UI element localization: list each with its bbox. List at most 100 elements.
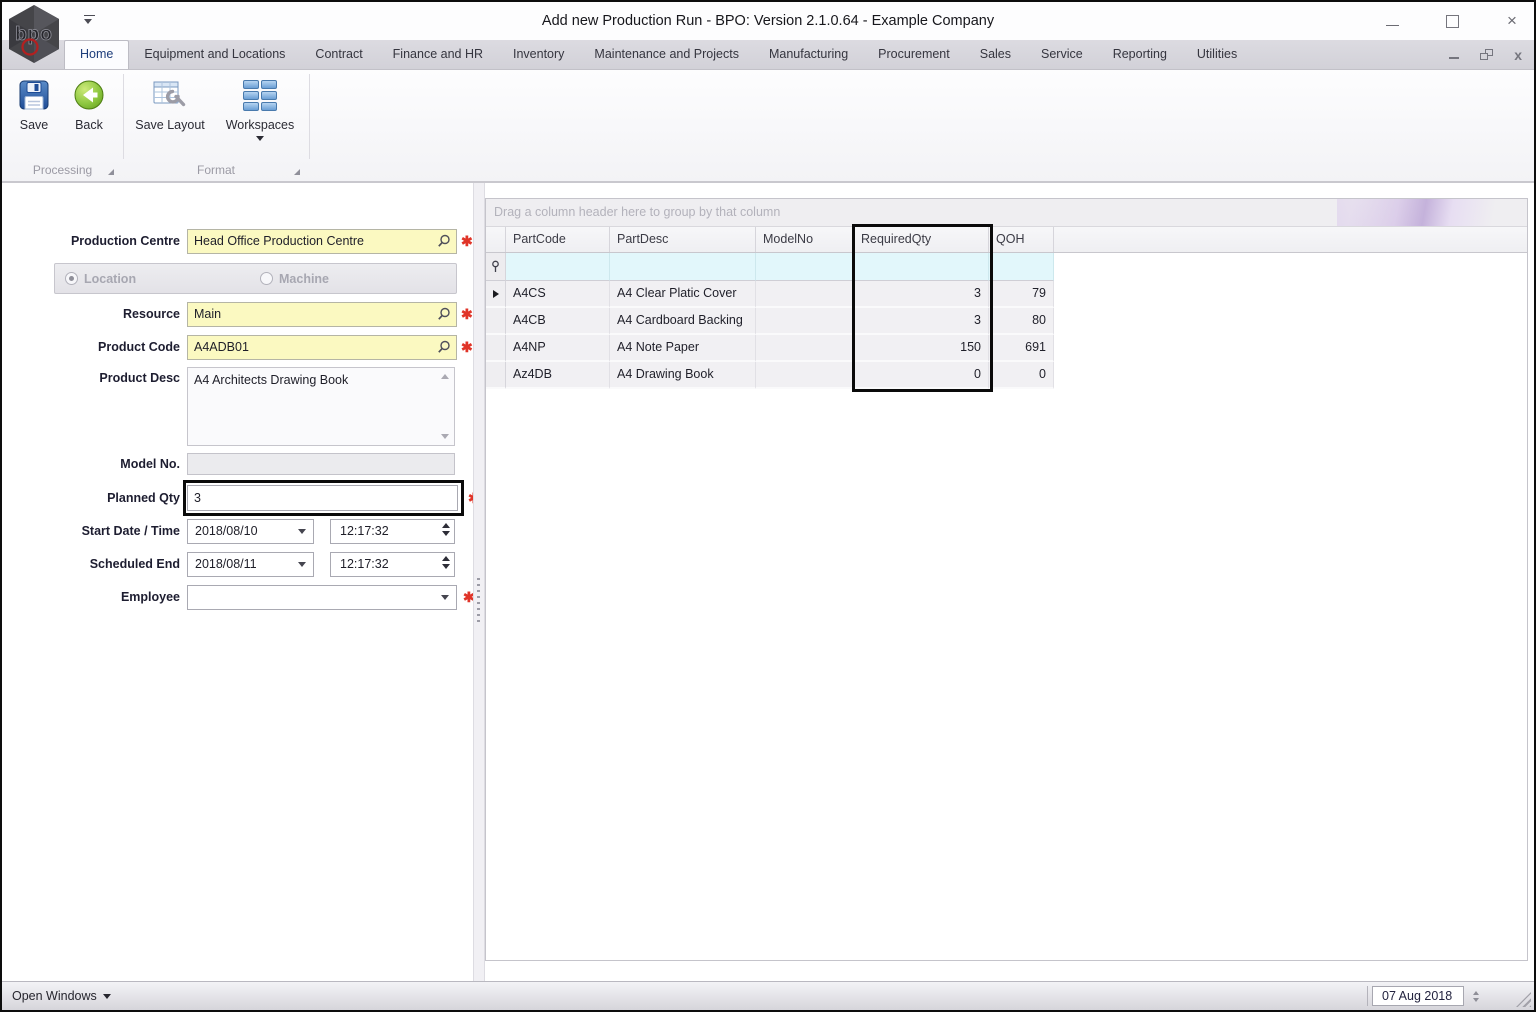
quick-access-dropdown-icon[interactable] bbox=[84, 15, 95, 24]
grid-cell-qoh[interactable]: 691 bbox=[989, 335, 1054, 362]
grid-column-header-partdesc[interactable]: PartDesc bbox=[610, 227, 756, 252]
grid-cell-partdesc[interactable]: A4 Cardboard Backing bbox=[610, 308, 756, 335]
grid-row-a4np[interactable]: A4NP A4 Note Paper 150 691 bbox=[486, 335, 1527, 362]
grid-cell-partcode[interactable]: A4CS bbox=[506, 281, 610, 308]
save-layout-button[interactable]: Save Layout bbox=[130, 75, 210, 132]
grid-filter-cell-requiredqty[interactable] bbox=[854, 253, 989, 281]
date-dropdown-icon[interactable] bbox=[298, 562, 306, 567]
employee-combo[interactable] bbox=[187, 585, 457, 610]
tab-finance-and-hr[interactable]: Finance and HR bbox=[378, 40, 498, 69]
tab-procurement[interactable]: Procurement bbox=[863, 40, 965, 69]
tab-home[interactable]: Home bbox=[64, 40, 130, 69]
tab-service[interactable]: Service bbox=[1026, 40, 1098, 69]
employee-dropdown-icon[interactable] bbox=[441, 595, 449, 600]
date-dropdown-icon[interactable] bbox=[298, 529, 306, 534]
tab-maintenance-and-projects[interactable]: Maintenance and Projects bbox=[579, 40, 754, 69]
resource-input[interactable]: Main bbox=[187, 302, 457, 327]
tab-manufacturing[interactable]: Manufacturing bbox=[754, 40, 863, 69]
tab-equipment-and-locations[interactable]: Equipment and Locations bbox=[129, 40, 300, 69]
save-icon bbox=[8, 75, 60, 115]
grid-row-a4cs[interactable]: A4CS A4 Clear Platic Cover 3 79 bbox=[486, 281, 1527, 308]
workspaces-button[interactable]: Workspaces bbox=[218, 75, 302, 141]
grid-cell-requiredqty[interactable]: 3 bbox=[854, 281, 989, 308]
grid-cell-partdesc[interactable]: A4 Drawing Book bbox=[610, 362, 756, 389]
open-windows-button[interactable]: Open Windows bbox=[12, 982, 111, 1010]
tab-sales[interactable]: Sales bbox=[965, 40, 1026, 69]
grid-cell-qoh[interactable]: 79 bbox=[989, 281, 1054, 308]
ribbon-group-format-caption: Format bbox=[196, 163, 235, 177]
location-machine-group: Location Machine bbox=[54, 263, 457, 294]
lookup-magnifier-icon[interactable] bbox=[437, 307, 451, 324]
grid-filter-cell-modelno[interactable] bbox=[756, 253, 854, 281]
panel-splitter[interactable] bbox=[473, 183, 485, 981]
grid-cell-requiredqty[interactable]: 3 bbox=[854, 308, 989, 335]
maximize-button[interactable] bbox=[1444, 13, 1460, 29]
location-radio[interactable]: Location bbox=[65, 264, 136, 293]
grid-cell-modelno[interactable] bbox=[756, 335, 854, 362]
grid-cell-qoh[interactable]: 0 bbox=[989, 362, 1054, 389]
time-spinner-icon[interactable] bbox=[442, 556, 450, 569]
tab-reporting[interactable]: Reporting bbox=[1098, 40, 1182, 69]
tab-inventory[interactable]: Inventory bbox=[498, 40, 579, 69]
group-corner-icon bbox=[294, 169, 300, 175]
grid-cell-qoh[interactable]: 80 bbox=[989, 308, 1054, 335]
end-time-input[interactable]: 12:17:32 bbox=[330, 552, 455, 577]
time-spinner-icon[interactable] bbox=[442, 523, 450, 536]
grid-filter-cell-qoh[interactable] bbox=[989, 253, 1054, 281]
end-date-input[interactable]: 2018/08/11 bbox=[187, 552, 314, 577]
mdi-minimize-button[interactable] bbox=[1449, 51, 1460, 59]
grid-cell-requiredqty[interactable]: 0 bbox=[854, 362, 989, 389]
scroll-up-icon[interactable] bbox=[441, 374, 449, 379]
grid-column-header-qoh[interactable]: QOH bbox=[989, 227, 1054, 252]
grid-filter-cell-partcode[interactable] bbox=[506, 253, 610, 281]
grid-cell-partdesc[interactable]: A4 Note Paper bbox=[610, 335, 756, 362]
tab-utilities[interactable]: Utilities bbox=[1182, 40, 1252, 69]
product-code-input[interactable]: A4ADB01 bbox=[187, 335, 457, 360]
mdi-close-button[interactable]: x bbox=[1514, 47, 1522, 63]
grid-cell-requiredqty[interactable]: 150 bbox=[854, 335, 989, 362]
ribbon-group-format: Format bbox=[125, 161, 307, 179]
lookup-magnifier-icon[interactable] bbox=[437, 234, 451, 251]
tab-contract[interactable]: Contract bbox=[300, 40, 377, 69]
back-button[interactable]: Back bbox=[63, 75, 115, 132]
grid-row-az4db[interactable]: Az4DB A4 Drawing Book 0 0 bbox=[486, 362, 1527, 389]
product-desc-label: Product Desc bbox=[99, 371, 180, 385]
product-desc-textarea[interactable]: A4 Architects Drawing Book bbox=[187, 367, 455, 446]
grid-filter-cell-partdesc[interactable] bbox=[610, 253, 756, 281]
grid-cell-partcode[interactable]: A4NP bbox=[506, 335, 610, 362]
scroll-down-icon[interactable] bbox=[441, 434, 449, 439]
mdi-restore-button[interactable] bbox=[1480, 49, 1494, 60]
start-time-input[interactable]: 12:17:32 bbox=[330, 519, 455, 544]
grid-row-filler bbox=[1054, 335, 1527, 362]
grid-cell-modelno[interactable] bbox=[756, 308, 854, 335]
statusbar-date-spinner-icon[interactable] bbox=[1468, 986, 1484, 1006]
open-windows-label: Open Windows bbox=[12, 989, 97, 1003]
grid-column-header-partcode[interactable]: PartCode bbox=[506, 227, 610, 252]
save-button[interactable]: Save bbox=[8, 75, 60, 132]
ribbon-group-processing-caption: Processing bbox=[32, 163, 93, 177]
statusbar-date-editor[interactable]: 07 Aug 2018 bbox=[1372, 986, 1464, 1006]
open-windows-dropdown-icon bbox=[102, 993, 111, 999]
grid-row-a4cb[interactable]: A4CB A4 Cardboard Backing 3 80 bbox=[486, 308, 1527, 335]
grid-body: A4CS A4 Clear Platic Cover 3 79 A4CB A4 Cardb… bbox=[486, 281, 1527, 389]
grid-column-header-modelno[interactable]: ModelNo bbox=[756, 227, 854, 252]
lookup-magnifier-icon[interactable] bbox=[437, 340, 451, 357]
group-by-band[interactable]: Drag a column header here to group by th… bbox=[486, 199, 1527, 227]
product-code-label: Product Code bbox=[98, 340, 180, 354]
grid-cell-modelno[interactable] bbox=[756, 362, 854, 389]
start-date-input[interactable]: 2018/08/10 bbox=[187, 519, 314, 544]
grid-row-filler bbox=[1054, 362, 1527, 389]
resize-grip-icon[interactable] bbox=[1516, 992, 1531, 1007]
machine-radio-label: Machine bbox=[279, 271, 330, 286]
grid-cell-partcode[interactable]: A4CB bbox=[506, 308, 610, 335]
production-centre-input[interactable]: Head Office Production Centre bbox=[187, 229, 457, 254]
minimize-button[interactable] bbox=[1384, 13, 1400, 29]
grid-cell-modelno[interactable] bbox=[756, 281, 854, 308]
grid-cell-partcode[interactable]: Az4DB bbox=[506, 362, 610, 389]
machine-radio[interactable]: Machine bbox=[260, 264, 329, 293]
close-button[interactable]: × bbox=[1504, 12, 1520, 29]
planned-qty-input[interactable]: 3 bbox=[187, 485, 458, 511]
grid-column-header-requiredqty[interactable]: RequiredQty bbox=[854, 227, 989, 252]
grid-cell-partdesc[interactable]: A4 Clear Platic Cover bbox=[610, 281, 756, 308]
bpo-logo-icon[interactable]: bpo bbox=[6, 4, 62, 69]
